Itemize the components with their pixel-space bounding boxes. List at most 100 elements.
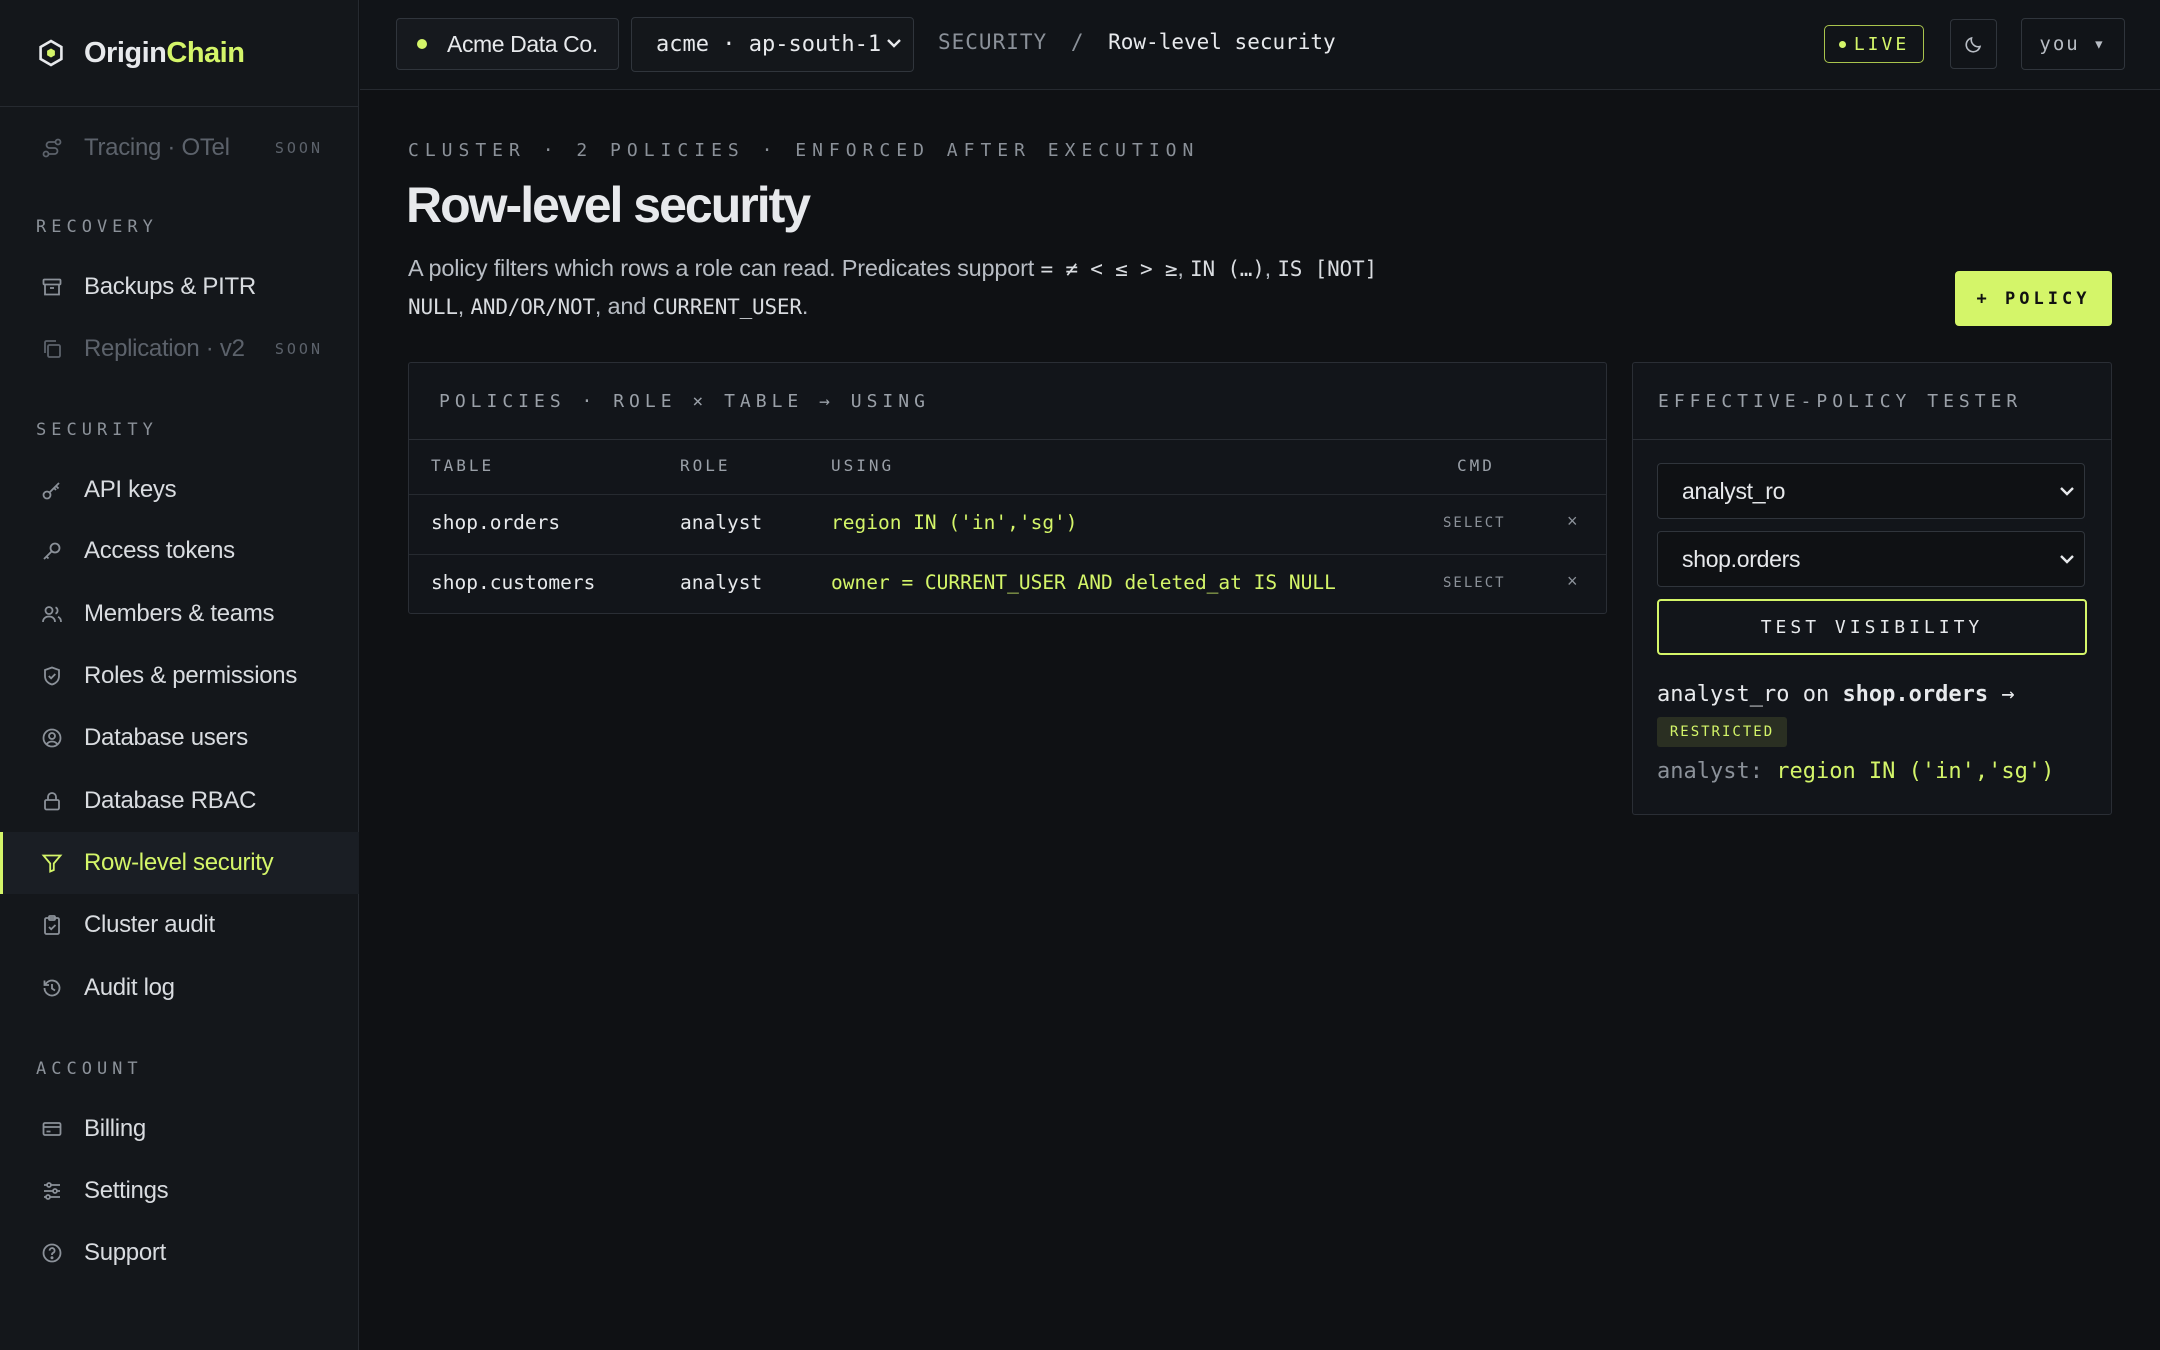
theme-toggle-button[interactable] — [1950, 19, 1997, 69]
sidebar-item-label: Backups & PITR — [84, 273, 256, 300]
page-eyebrow: CLUSTER · 2 POLICIES · ENFORCED AFTER EX… — [408, 140, 1200, 161]
filter-icon — [38, 849, 66, 877]
cell-role: analyst — [680, 511, 763, 534]
table-select-value: shop.orders — [1682, 545, 1801, 572]
column-header-table[interactable]: TABLE — [431, 456, 494, 475]
sidebar-item-database-rbac[interactable]: Database RBAC — [0, 770, 359, 832]
add-policy-button[interactable]: + POLICY — [1955, 271, 2112, 326]
history-icon — [38, 974, 66, 1002]
sidebar-item-backups[interactable]: Backups & PITR — [0, 256, 359, 318]
column-header-using[interactable]: USING — [831, 456, 894, 475]
lock-icon — [38, 787, 66, 815]
sidebar-item-label: Row-level security — [84, 849, 274, 876]
sidebar-item-billing[interactable]: Billing — [0, 1098, 359, 1160]
sidebar-item-row-level-security[interactable]: Row-level security — [0, 832, 359, 894]
column-header-cmd[interactable]: CMD — [1457, 456, 1495, 475]
sidebar-item-members-teams[interactable]: Members & teams — [0, 583, 359, 645]
users-icon — [38, 600, 66, 628]
tester-panel-header: EFFECTIVE-POLICY TESTER — [1633, 363, 2111, 440]
chevron-down-icon — [2060, 487, 2074, 496]
role-select-value: analyst_ro — [1682, 477, 1786, 504]
table-divider — [409, 494, 1606, 495]
org-switcher[interactable]: Acme Data Co. — [396, 18, 619, 70]
cell-using: region IN ('in','sg') — [831, 511, 1078, 534]
brand[interactable]: OriginChain — [0, 0, 358, 107]
sidebar-item-label: Roles & permissions — [84, 662, 298, 689]
sidebar-item-label: Tracing · OTel — [84, 134, 230, 161]
sidebar-item-audit-log[interactable]: Audit log — [0, 957, 359, 1019]
soon-badge: SOON — [274, 139, 323, 157]
page-title: Row-level security — [406, 177, 811, 233]
page-description: A policy filters which rows a role can r… — [408, 255, 1377, 319]
section-label-account: ACCOUNT — [36, 1059, 143, 1079]
sidebar-item-label: Support — [84, 1239, 166, 1266]
user-circle-icon — [38, 724, 66, 752]
cell-role: analyst — [680, 571, 763, 594]
effective-policy-detail: analyst: region IN ('in','sg') — [1657, 759, 2055, 784]
route-icon — [38, 134, 66, 162]
live-dot — [1838, 40, 1846, 48]
cluster-select-value: acme · ap-south-1 — [656, 32, 882, 57]
cluster-select[interactable]: acme · ap-south-1 — [631, 17, 914, 72]
sliders-icon — [38, 1177, 66, 1205]
sidebar-item-label: API keys — [84, 476, 177, 503]
role-select[interactable]: analyst_ro — [1657, 463, 2085, 519]
live-badge: LIVE — [1824, 25, 1924, 63]
section-label-security: SECURITY — [36, 420, 158, 440]
breadcrumb-separator: / — [1070, 30, 1085, 54]
sidebar-item-tracing: Tracing · OTel SOON — [0, 117, 359, 179]
delete-policy-button[interactable]: × — [1567, 571, 1578, 592]
sidebar-item-cluster-audit[interactable]: Cluster audit — [0, 894, 359, 956]
chevron-down-icon — [887, 39, 901, 48]
table-divider — [409, 554, 1606, 555]
sidebar: OriginChain Tracing · OTel SOON RECOVERY… — [0, 0, 359, 1350]
sidebar-item-database-users[interactable]: Database users — [0, 707, 359, 769]
breadcrumb-section[interactable]: SECURITY — [938, 30, 1047, 54]
sidebar-item-access-tokens[interactable]: Access tokens — [0, 520, 359, 582]
column-header-role[interactable]: ROLE — [680, 456, 731, 475]
org-name: Acme Data Co. — [447, 30, 598, 57]
cell-cmd: SELECT — [1443, 575, 1506, 591]
sidebar-item-label: Settings — [84, 1177, 169, 1204]
breadcrumb: SECURITY / Row-level security — [938, 30, 1336, 54]
chevron-down-icon — [2060, 555, 2074, 564]
moon-icon — [1964, 36, 1981, 53]
sidebar-item-label: Cluster audit — [84, 911, 215, 938]
user-menu-button[interactable]: you ▾ — [2021, 18, 2125, 70]
soon-badge: SOON — [274, 340, 323, 358]
cell-cmd: SELECT — [1443, 515, 1506, 531]
section-label-recovery: RECOVERY — [36, 217, 158, 237]
key-round-icon — [38, 537, 66, 565]
policies-panel-header: POLICIES · ROLE × TABLE → USING — [409, 363, 1606, 440]
copy-icon — [38, 335, 66, 363]
topbar: Acme Data Co. acme · ap-south-1 SECURITY… — [360, 0, 2160, 90]
restricted-badge: RESTRICTED — [1657, 717, 1787, 747]
cell-using: owner = CURRENT_USER AND deleted_at IS N… — [831, 571, 1336, 594]
delete-policy-button[interactable]: × — [1567, 511, 1578, 532]
hexagon-logo-icon — [36, 38, 66, 68]
sidebar-item-roles-permissions[interactable]: Roles & permissions — [0, 645, 359, 707]
sidebar-item-support[interactable]: Support — [0, 1222, 359, 1284]
clipboard-check-icon — [38, 911, 66, 939]
sidebar-item-label: Access tokens — [84, 537, 235, 564]
test-visibility-button[interactable]: TEST VISIBILITY — [1657, 599, 2087, 655]
policy-tester-panel: EFFECTIVE-POLICY TESTER — [1632, 362, 2112, 815]
shield-check-icon — [38, 662, 66, 690]
cell-table: shop.orders — [431, 511, 561, 534]
sidebar-item-api-keys[interactable]: API keys — [0, 459, 359, 521]
sidebar-item-label: Replication · v2 — [84, 335, 245, 362]
sidebar-item-label: Billing — [84, 1115, 146, 1142]
test-result: analyst_ro on shop.orders → — [1657, 682, 2015, 707]
breadcrumb-current: Row-level security — [1108, 30, 1336, 54]
brand-name: OriginChain — [84, 36, 245, 69]
table-select[interactable]: shop.orders — [1657, 531, 2085, 587]
status-dot — [417, 39, 427, 49]
sidebar-item-label: Audit log — [84, 974, 175, 1001]
key-icon — [38, 476, 66, 504]
sidebar-item-label: Database RBAC — [84, 787, 257, 814]
sidebar-item-settings[interactable]: Settings — [0, 1160, 359, 1222]
live-label: LIVE — [1853, 33, 1910, 55]
sidebar-item-replication: Replication · v2 SOON — [0, 318, 359, 380]
archive-icon — [38, 273, 66, 301]
cell-table: shop.customers — [431, 571, 596, 594]
